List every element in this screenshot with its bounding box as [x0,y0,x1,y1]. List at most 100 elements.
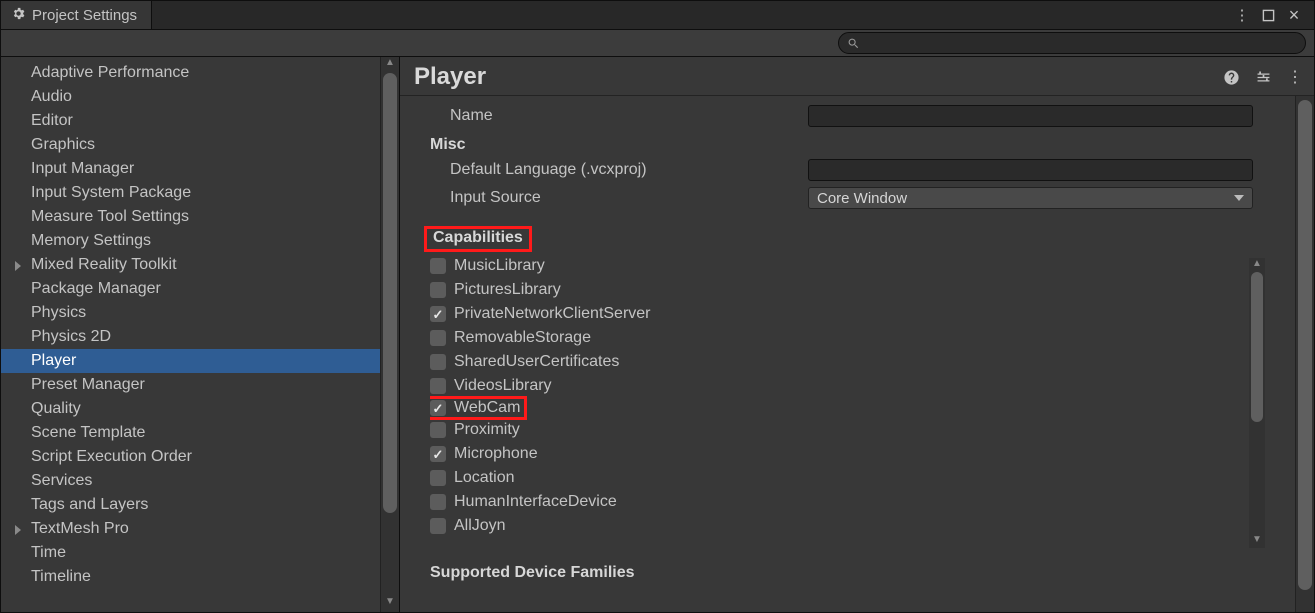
sidebar-item-scene-template[interactable]: Scene Template [1,421,380,445]
kebab-icon[interactable]: ⋮ [1234,7,1250,23]
search-text[interactable] [860,35,1297,52]
capability-musiclibrary[interactable]: MusicLibrary [430,258,1247,278]
capability-label: Proximity [454,421,520,439]
sidebar-scroll-thumb[interactable] [383,73,397,513]
capability-videoslibrary[interactable]: VideosLibrary [430,374,1247,398]
sidebar-item-textmesh-pro[interactable]: TextMesh Pro [1,517,380,541]
sidebar-item-label: Tags and Layers [31,496,148,513]
sidebar-item-physics[interactable]: Physics [1,301,380,325]
sidebar-item-label: Script Execution Order [31,448,192,465]
sidebar-item-label: Physics [31,304,86,321]
capability-microphone[interactable]: Microphone [430,442,1247,466]
checkbox-icon[interactable] [430,494,446,510]
help-icon[interactable] [1222,67,1240,87]
sidebar-item-label: Preset Manager [31,376,145,393]
sidebar-item-time[interactable]: Time [1,541,380,565]
capability-humaninterfacedevice[interactable]: HumanInterfaceDevice [430,490,1247,514]
sidebar-item-label: Timeline [31,568,91,585]
sidebar-item-services[interactable]: Services [1,469,380,493]
sidebar-item-player[interactable]: Player [1,349,380,373]
sidebar-item-label: Input Manager [31,160,134,177]
search-icon [847,37,860,50]
page-title: Player [414,63,1222,91]
checkbox-icon[interactable] [430,330,446,346]
capabilities-scrollbar[interactable]: ▲ ▼ [1249,258,1265,548]
sidebar-item-graphics[interactable]: Graphics [1,133,380,157]
scroll-up-icon[interactable]: ▲ [381,57,399,73]
gear-icon [11,6,26,25]
sidebar-item-package-manager[interactable]: Package Manager [1,277,380,301]
capability-privatenetworkclientserver[interactable]: PrivateNetworkClientServer [430,302,1247,326]
misc-heading: Misc [400,130,1295,156]
sidebar-scrollbar[interactable]: ▲ ▼ [380,57,399,612]
capabilities-scroll-thumb[interactable] [1251,272,1263,422]
checkbox-icon[interactable] [430,470,446,486]
sidebar-item-timeline[interactable]: Timeline [1,565,380,589]
supported-families-heading: Supported Device Families [400,558,1295,584]
sidebar-item-input-manager[interactable]: Input Manager [1,157,380,181]
checkbox-icon[interactable] [430,306,446,322]
checkbox-icon[interactable] [430,378,446,394]
capability-webcam[interactable]: WebCam [430,398,1247,418]
settings-sidebar: Adaptive Performance Audio Editor Graphics I… [1,57,380,612]
sidebar-item-label: Package Manager [31,280,161,297]
sidebar-item-tags-and-layers[interactable]: Tags and Layers [1,493,380,517]
capabilities-list: MusicLibrary PicturesLibrary PrivateNetwor… [430,258,1247,538]
tab-project-settings[interactable]: Project Settings [1,1,152,29]
scroll-down-icon[interactable]: ▼ [1249,534,1265,548]
sidebar-item-label: Memory Settings [31,232,151,249]
scroll-down-icon[interactable]: ▼ [381,596,399,612]
sidebar-item-adaptive-performance[interactable]: Adaptive Performance [1,61,380,85]
close-icon[interactable]: × [1286,7,1302,23]
tab-label: Project Settings [32,7,137,24]
sidebar-item-mixed-reality-toolkit[interactable]: Mixed Reality Toolkit [1,253,380,277]
checkbox-icon[interactable] [430,422,446,438]
sidebar-item-script-execution-order[interactable]: Script Execution Order [1,445,380,469]
capability-label: MusicLibrary [454,258,545,275]
input-source-label: Input Source [450,189,808,207]
kebab-icon[interactable]: ⋮ [1286,67,1304,87]
capability-location[interactable]: Location [430,466,1247,490]
sidebar-item-label: Player [31,352,76,369]
name-label: Name [450,107,808,125]
sidebar-item-input-system-package[interactable]: Input System Package [1,181,380,205]
sidebar-item-physics-2d[interactable]: Physics 2D [1,325,380,349]
sidebar-item-label: Audio [31,88,72,105]
capability-sharedusercertificates[interactable]: SharedUserCertificates [430,350,1247,374]
sidebar-item-quality[interactable]: Quality [1,397,380,421]
sidebar-item-label: Editor [31,112,73,129]
capability-alljoyn[interactable]: AllJoyn [430,514,1247,538]
sidebar-item-label: Physics 2D [31,328,111,345]
capability-pictureslibrary[interactable]: PicturesLibrary [430,278,1247,302]
scroll-up-icon[interactable]: ▲ [1249,258,1265,272]
checkbox-icon[interactable] [430,258,446,274]
sidebar-item-label: Input System Package [31,184,191,201]
capability-label: AllJoyn [454,517,506,535]
preset-icon[interactable] [1254,67,1272,87]
sidebar-item-measure-tool-settings[interactable]: Measure Tool Settings [1,205,380,229]
sidebar-item-label: Adaptive Performance [31,64,189,81]
main-scrollbar[interactable] [1295,96,1314,612]
sidebar-item-label: Services [31,472,92,489]
sidebar-item-editor[interactable]: Editor [1,109,380,133]
checkbox-icon[interactable] [430,400,446,416]
sidebar-item-memory-settings[interactable]: Memory Settings [1,229,380,253]
capability-proximity[interactable]: Proximity [430,418,1247,442]
capability-removablestorage[interactable]: RemovableStorage [430,326,1247,350]
sidebar-item-label: Mixed Reality Toolkit [31,256,177,273]
checkbox-icon[interactable] [430,354,446,370]
checkbox-icon[interactable] [430,446,446,462]
sidebar-item-audio[interactable]: Audio [1,85,380,109]
main-scroll-thumb[interactable] [1298,100,1312,590]
capability-label: SharedUserCertificates [454,353,619,371]
search-input[interactable] [838,32,1306,54]
capability-label: PrivateNetworkClientServer [454,305,651,323]
sidebar-item-preset-manager[interactable]: Preset Manager [1,373,380,397]
name-field[interactable] [808,105,1253,127]
checkbox-icon[interactable] [430,518,446,534]
checkbox-icon[interactable] [430,282,446,298]
default-language-field[interactable] [808,159,1253,181]
maximize-icon[interactable] [1260,7,1276,23]
sidebar-item-label: Time [31,544,66,561]
input-source-dropdown[interactable]: Core Window [808,187,1253,209]
